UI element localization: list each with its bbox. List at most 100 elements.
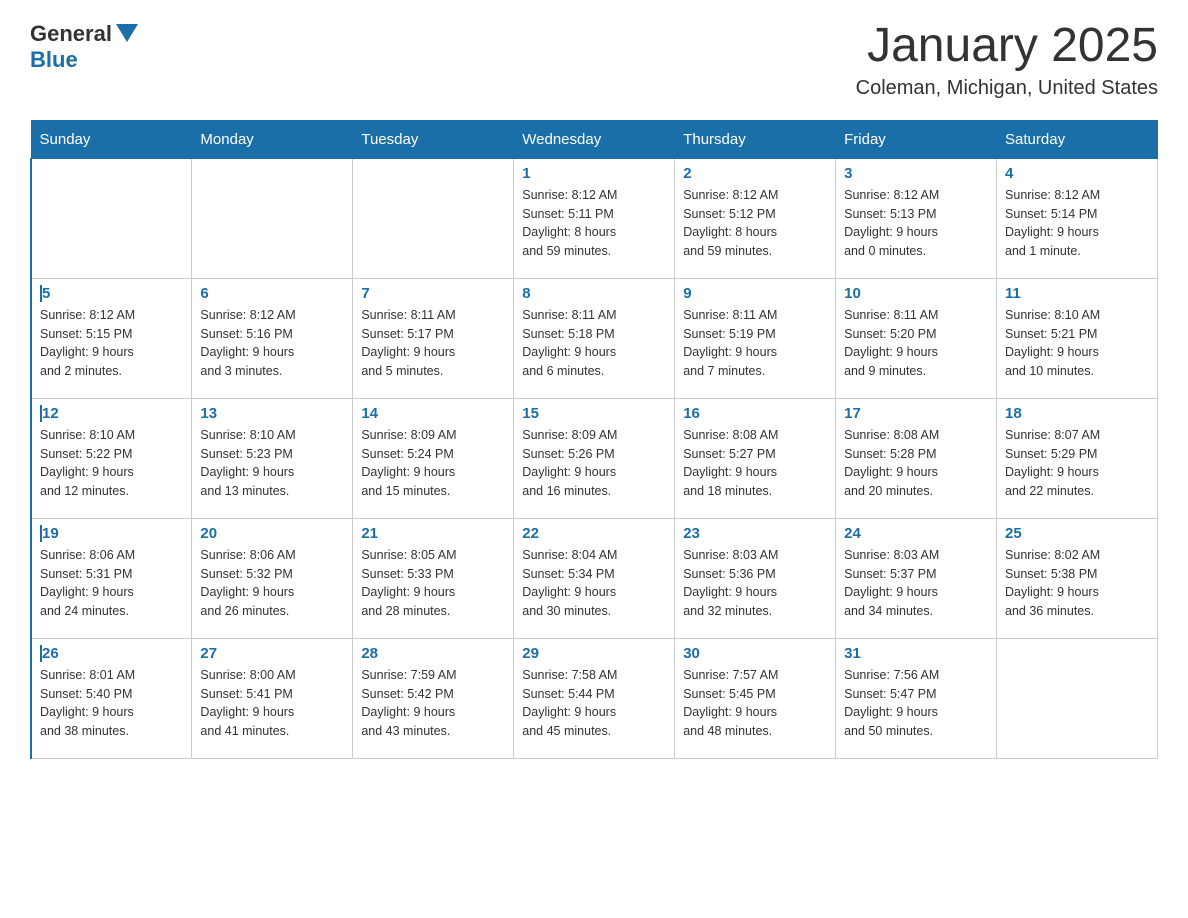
day-number: 3 [844,165,988,182]
calendar-cell: 29 Sunrise: 7:58 AMSunset: 5:44 PMDayligh… [514,638,675,758]
calendar-cell: 27 Sunrise: 8:00 AMSunset: 5:41 PMDayligh… [192,638,353,758]
day-info: Sunrise: 8:11 AMSunset: 5:20 PMDaylight:… [844,306,988,381]
page-header: General Blue January 2025 Coleman, Michi… [30,20,1158,100]
day-info: Sunrise: 8:06 AMSunset: 5:31 PMDaylight:… [40,546,183,621]
calendar-cell: 4Sunrise: 8:12 AMSunset: 5:14 PMDaylight… [997,158,1158,278]
day-number: 23 [683,525,827,542]
day-number: 27 [200,645,344,662]
day-info: Sunrise: 7:59 AMSunset: 5:42 PMDaylight:… [361,666,505,741]
calendar-cell [31,158,192,278]
day-number: 28 [361,645,505,662]
day-info: Sunrise: 8:10 AMSunset: 5:23 PMDaylight:… [200,426,344,501]
day-info: Sunrise: 8:09 AMSunset: 5:26 PMDaylight:… [522,426,666,501]
logo: General Blue [30,20,138,73]
calendar-cell: 6 Sunrise: 8:12 AMSunset: 5:16 PMDaylight… [192,278,353,398]
calendar-week-row: 19 Sunrise: 8:06 AMSunset: 5:31 PMDayligh… [31,518,1158,638]
day-info: Sunrise: 8:02 AMSunset: 5:38 PMDaylight:… [1005,546,1149,621]
calendar-cell: 18 Sunrise: 8:07 AMSunset: 5:29 PMDayligh… [997,398,1158,518]
weekday-header-thursday: Thursday [675,120,836,158]
calendar-cell [192,158,353,278]
calendar-cell: 10 Sunrise: 8:11 AMSunset: 5:20 PMDayligh… [836,278,997,398]
day-info: Sunrise: 8:11 AMSunset: 5:17 PMDaylight:… [361,306,505,381]
calendar-week-row: 12 Sunrise: 8:10 AMSunset: 5:22 PMDayligh… [31,398,1158,518]
day-info: Sunrise: 8:04 AMSunset: 5:34 PMDaylight:… [522,546,666,621]
day-number: 30 [683,645,827,662]
day-number: 19 [40,525,183,542]
day-number: 2 [683,165,827,182]
day-number: 13 [200,405,344,422]
day-info: Sunrise: 8:12 AMSunset: 5:15 PMDaylight:… [40,306,183,381]
calendar-cell: 1 Sunrise: 8:12 AMSunset: 5:11 PMDaylight… [514,158,675,278]
calendar-cell: 20Sunrise: 8:06 AMSunset: 5:32 PMDayligh… [192,518,353,638]
logo-general-text: General [30,21,112,47]
weekday-header-row: SundayMondayTuesdayWednesdayThursdayFrid… [31,120,1158,158]
calendar-cell: 5 Sunrise: 8:12 AMSunset: 5:15 PMDaylight… [31,278,192,398]
weekday-header-saturday: Saturday [997,120,1158,158]
day-number: 26 [40,645,183,662]
month-title: January 2025 [856,20,1158,73]
day-info: Sunrise: 8:00 AMSunset: 5:41 PMDaylight:… [200,666,344,741]
day-number: 8 [522,285,666,302]
calendar-table: SundayMondayTuesdayWednesdayThursdayFrid… [30,120,1158,759]
weekday-header-friday: Friday [836,120,997,158]
day-number: 18 [1005,405,1149,422]
day-info: Sunrise: 7:58 AMSunset: 5:44 PMDaylight:… [522,666,666,741]
calendar-cell: 8 Sunrise: 8:11 AMSunset: 5:18 PMDaylight… [514,278,675,398]
calendar-cell: 13 Sunrise: 8:10 AMSunset: 5:23 PMDayligh… [192,398,353,518]
calendar-cell: 24Sunrise: 8:03 AMSunset: 5:37 PMDayligh… [836,518,997,638]
day-info: Sunrise: 8:12 AMSunset: 5:13 PMDaylight:… [844,186,988,261]
weekday-header-sunday: Sunday [31,120,192,158]
day-number: 9 [683,285,827,302]
logo-arrow-icon [116,24,138,42]
calendar-cell: 23 Sunrise: 8:03 AMSunset: 5:36 PMDayligh… [675,518,836,638]
day-info: Sunrise: 8:05 AMSunset: 5:33 PMDaylight:… [361,546,505,621]
day-info: Sunrise: 8:12 AMSunset: 5:11 PMDaylight:… [522,186,666,261]
day-info: Sunrise: 7:56 AMSunset: 5:47 PMDaylight:… [844,666,988,741]
calendar-cell: 19 Sunrise: 8:06 AMSunset: 5:31 PMDayligh… [31,518,192,638]
calendar-cell [997,638,1158,758]
calendar-cell: 21 Sunrise: 8:05 AMSunset: 5:33 PMDayligh… [353,518,514,638]
calendar-cell: 3 Sunrise: 8:12 AMSunset: 5:13 PMDaylight… [836,158,997,278]
weekday-header-monday: Monday [192,120,353,158]
weekday-header-tuesday: Tuesday [353,120,514,158]
day-number: 31 [844,645,988,662]
calendar-cell: 25Sunrise: 8:02 AMSunset: 5:38 PMDayligh… [997,518,1158,638]
day-info: Sunrise: 8:10 AMSunset: 5:22 PMDaylight:… [40,426,183,501]
day-info: Sunrise: 8:03 AMSunset: 5:36 PMDaylight:… [683,546,827,621]
day-info: Sunrise: 8:01 AMSunset: 5:40 PMDaylight:… [40,666,183,741]
calendar-cell: 7Sunrise: 8:11 AMSunset: 5:17 PMDaylight… [353,278,514,398]
calendar-cell: 11Sunrise: 8:10 AMSunset: 5:21 PMDayligh… [997,278,1158,398]
day-info: Sunrise: 8:11 AMSunset: 5:18 PMDaylight:… [522,306,666,381]
calendar-cell: 15 Sunrise: 8:09 AMSunset: 5:26 PMDayligh… [514,398,675,518]
calendar-cell: 9 Sunrise: 8:11 AMSunset: 5:19 PMDaylight… [675,278,836,398]
calendar-cell: 26 Sunrise: 8:01 AMSunset: 5:40 PMDayligh… [31,638,192,758]
day-info: Sunrise: 8:06 AMSunset: 5:32 PMDaylight:… [200,546,344,621]
calendar-cell: 17 Sunrise: 8:08 AMSunset: 5:28 PMDayligh… [836,398,997,518]
day-info: Sunrise: 8:11 AMSunset: 5:19 PMDaylight:… [683,306,827,381]
day-number: 15 [522,405,666,422]
day-number: 12 [40,405,183,422]
day-info: Sunrise: 8:12 AMSunset: 5:16 PMDaylight:… [200,306,344,381]
day-info: Sunrise: 8:12 AMSunset: 5:12 PMDaylight:… [683,186,827,261]
day-number: 14 [361,405,505,422]
logo-blue-text: Blue [30,47,78,72]
day-info: Sunrise: 8:08 AMSunset: 5:28 PMDaylight:… [844,426,988,501]
calendar-cell: 16Sunrise: 8:08 AMSunset: 5:27 PMDayligh… [675,398,836,518]
day-number: 21 [361,525,505,542]
calendar-week-row: 1 Sunrise: 8:12 AMSunset: 5:11 PMDaylight… [31,158,1158,278]
day-number: 24 [844,525,988,542]
day-number: 6 [200,285,344,302]
day-number: 22 [522,525,666,542]
day-number: 1 [522,165,666,182]
calendar-cell: 31 Sunrise: 7:56 AMSunset: 5:47 PMDayligh… [836,638,997,758]
day-info: Sunrise: 8:07 AMSunset: 5:29 PMDaylight:… [1005,426,1149,501]
day-number: 29 [522,645,666,662]
calendar-cell: 12 Sunrise: 8:10 AMSunset: 5:22 PMDayligh… [31,398,192,518]
calendar-cell: 30Sunrise: 7:57 AMSunset: 5:45 PMDayligh… [675,638,836,758]
day-number: 10 [844,285,988,302]
day-number: 17 [844,405,988,422]
calendar-cell [353,158,514,278]
calendar-cell: 14Sunrise: 8:09 AMSunset: 5:24 PMDayligh… [353,398,514,518]
location-subtitle: Coleman, Michigan, United States [856,77,1158,100]
day-number: 5 [40,285,183,302]
